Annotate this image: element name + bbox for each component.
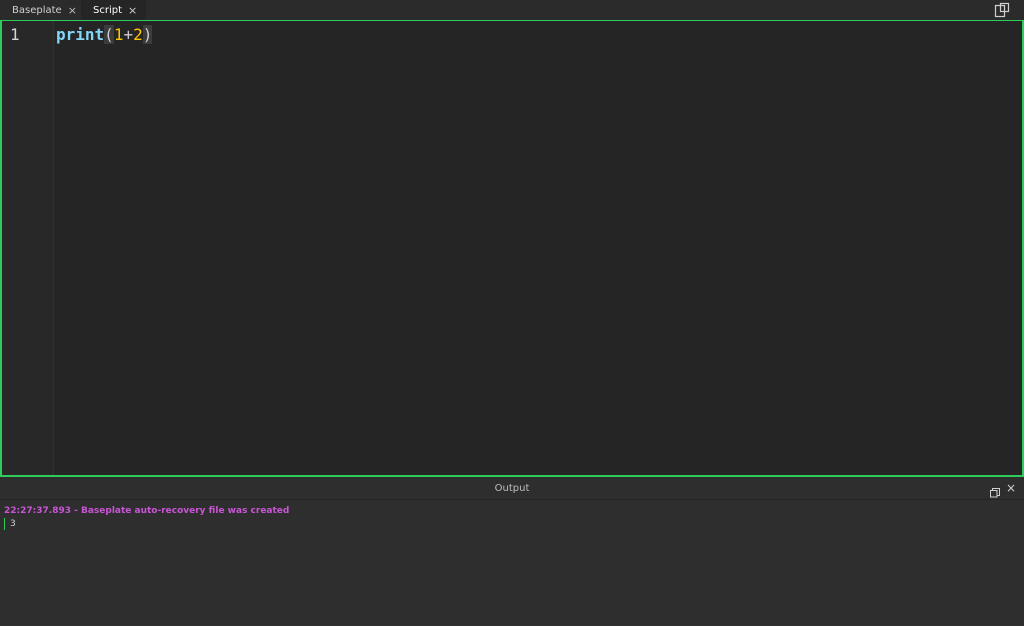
- log-entry: 3: [4, 518, 16, 530]
- output-title: Output: [494, 483, 530, 494]
- tab-script[interactable]: Script ×: [81, 0, 146, 20]
- log-entry: 22:27:37.893 - Baseplate auto-recovery f…: [4, 506, 290, 516]
- code-function-name: print: [56, 25, 105, 44]
- tab-label: Script: [93, 4, 123, 16]
- tab-close-icon[interactable]: ×: [128, 5, 137, 16]
- tab-baseplate[interactable]: Baseplate ×: [0, 0, 80, 20]
- tab-bar: Baseplate × Script ×: [0, 0, 1024, 20]
- tab-label: Baseplate: [12, 4, 62, 16]
- output-log: 22:27:37.893 - Baseplate auto-recovery f…: [0, 500, 1024, 626]
- code-number: 1: [113, 25, 124, 44]
- code-close-paren: ): [142, 25, 153, 44]
- dock-window-icon[interactable]: [994, 2, 1010, 18]
- script-editor[interactable]: 1 print(1+2): [0, 20, 1024, 477]
- output-panel-header: Output ×: [0, 478, 1024, 500]
- tab-close-icon[interactable]: ×: [68, 5, 77, 16]
- code-operator: +: [123, 25, 134, 44]
- code-open-paren: (: [104, 25, 114, 44]
- code-line[interactable]: print(1+2): [56, 25, 153, 44]
- restore-window-icon[interactable]: [990, 483, 1000, 498]
- line-number: 1: [10, 25, 20, 44]
- close-icon[interactable]: ×: [1006, 481, 1016, 495]
- code-number: 2: [133, 25, 143, 44]
- studio-window: Baseplate × Script × 1 print(1+2) Output: [0, 0, 1024, 626]
- line-gutter: 1: [2, 21, 54, 475]
